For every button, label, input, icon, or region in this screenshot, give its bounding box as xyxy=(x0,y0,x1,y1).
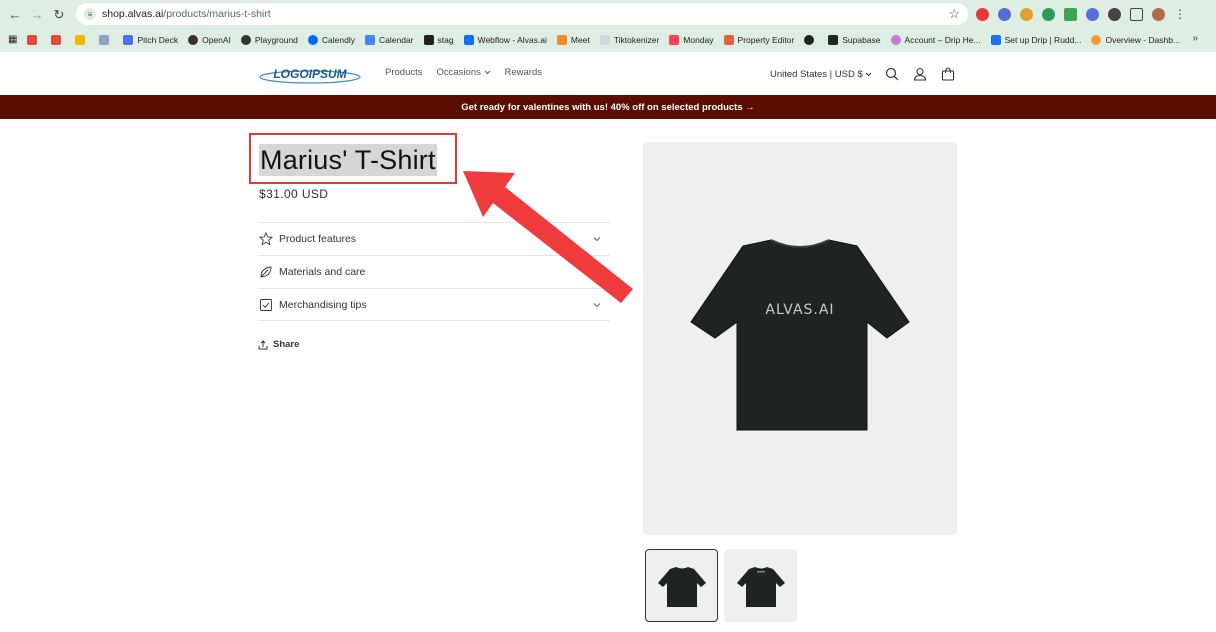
back-icon[interactable]: ← xyxy=(4,4,26,26)
product-price: $31.00 USD xyxy=(259,187,329,201)
accordion-label: Merchandising tips xyxy=(279,298,367,311)
bookmark-item[interactable]: Calendar xyxy=(365,34,414,45)
header-actions: United States | USD $ xyxy=(770,66,956,82)
site-info-icon[interactable]: ≡ xyxy=(84,8,96,20)
bookmark-item[interactable]: Supabase xyxy=(828,34,881,45)
grammarly-icon[interactable] xyxy=(1042,7,1055,21)
star-icon xyxy=(258,232,273,247)
site-header: LOGOIPSUM Products Occasions Rewards Uni… xyxy=(0,52,1216,95)
bookmark-item[interactable]: Playground xyxy=(240,34,298,45)
thumbnail-back[interactable] xyxy=(724,549,797,622)
apps-grid-icon[interactable]: ▦ xyxy=(8,34,17,45)
thumbnail-strip xyxy=(645,549,797,622)
accordion-label: Product features xyxy=(279,233,357,245)
nav-occasions[interactable]: Occasions xyxy=(437,67,491,78)
tshirt-image: ALVAS.AI xyxy=(690,239,910,431)
extension-icon[interactable] xyxy=(1064,7,1077,21)
extension-icon[interactable] xyxy=(1020,7,1033,21)
product-main-image[interactable]: ALVAS.AI xyxy=(643,142,957,535)
nav-products[interactable]: Products xyxy=(385,67,423,78)
nav-rewards[interactable]: Rewards xyxy=(505,67,543,78)
bookmark-item[interactable]: Property Editor xyxy=(723,34,794,45)
gmail-bookmark[interactable] xyxy=(27,34,41,45)
extensions-area: ⋮ xyxy=(976,5,1186,23)
search-icon[interactable] xyxy=(884,66,900,82)
share-label: Share xyxy=(273,339,300,350)
account-icon[interactable] xyxy=(912,66,928,82)
locale-selector[interactable]: United States | USD $ xyxy=(770,69,872,80)
chevron-down-icon xyxy=(484,70,490,75)
bookmarks-bar: ▦ Pitch Deck OpenAI Playground Calendly … xyxy=(0,29,1216,50)
bookmark-item[interactable]: Tiktokenizer xyxy=(599,34,659,45)
product-title: Marius' T-Shirt xyxy=(259,144,437,176)
extension-icon[interactable] xyxy=(998,7,1011,21)
chevron-down-icon xyxy=(866,72,872,76)
bookmark-item[interactable]: Set up Drip | Rudd... xyxy=(990,34,1081,45)
forward-icon[interactable]: → xyxy=(26,4,48,26)
svg-text:ALVAS.AI: ALVAS.AI xyxy=(765,302,834,318)
drive-bookmark[interactable] xyxy=(75,34,89,45)
main-nav: Products Occasions Rewards xyxy=(385,67,542,78)
checkbox-icon xyxy=(258,297,273,312)
url-host: shop.alvas.ai xyxy=(102,8,164,20)
profile-avatar[interactable] xyxy=(1152,7,1165,21)
bookmark-item[interactable]: Meet xyxy=(556,34,590,45)
accordion-label: Materials and care xyxy=(279,266,366,278)
bookmark-item[interactable]: Pitch Deck xyxy=(123,34,178,45)
eyedropper-icon[interactable] xyxy=(1108,7,1121,21)
bookmark-item[interactable]: Monday xyxy=(669,34,714,45)
annotation-arrow xyxy=(463,171,633,303)
bookmark-item[interactable]: Overview - Dashb... xyxy=(1091,34,1180,45)
thumbnail-front[interactable] xyxy=(645,549,718,622)
browser-chrome: ← → ↻ ≡ shop.alvas.ai/products/marius-t-… xyxy=(0,0,1216,52)
cart-icon[interactable] xyxy=(940,66,956,82)
announcement-bar[interactable]: Get ready for valentines with us! 40% of… xyxy=(0,95,1216,119)
bookmark-item[interactable]: Account – Drip He... xyxy=(890,34,981,45)
bookmark-item[interactable]: Webflow - Alvas.ai xyxy=(463,34,547,45)
share-button[interactable]: Share xyxy=(258,339,299,350)
bookmark-item[interactable]: stag xyxy=(423,34,454,45)
gmail-bookmark[interactable] xyxy=(51,34,65,45)
extensions-puzzle-icon[interactable] xyxy=(1130,7,1143,21)
announcement-text: Get ready for valentines with us! 40% of… xyxy=(461,101,755,113)
url-path: /products/marius-t-shirt xyxy=(163,8,271,20)
bookmark-item[interactable] xyxy=(804,34,818,45)
share-icon xyxy=(258,339,268,349)
bookmark-item[interactable] xyxy=(99,34,113,45)
menu-kebab-icon[interactable]: ⋮ xyxy=(1174,7,1186,21)
bookmark-star-icon[interactable]: ☆ xyxy=(948,6,960,22)
tshirt-thumbnail xyxy=(736,566,785,607)
bookmarks-overflow-icon[interactable]: » xyxy=(1192,33,1198,44)
reload-icon[interactable]: ↻ xyxy=(48,4,70,26)
address-bar[interactable]: ≡ shop.alvas.ai/products/marius-t-shirt … xyxy=(76,3,968,25)
svg-text:LOGOIPSUM: LOGOIPSUM xyxy=(273,67,347,81)
tshirt-thumbnail xyxy=(657,566,706,607)
bookmark-item[interactable]: OpenAI xyxy=(188,34,231,45)
opera-extension-icon[interactable] xyxy=(976,7,989,21)
extension-icon[interactable] xyxy=(1086,7,1099,21)
logo[interactable]: LOGOIPSUM xyxy=(258,63,362,85)
leaf-icon xyxy=(258,265,273,280)
bookmark-item[interactable]: Calendly xyxy=(307,34,355,45)
